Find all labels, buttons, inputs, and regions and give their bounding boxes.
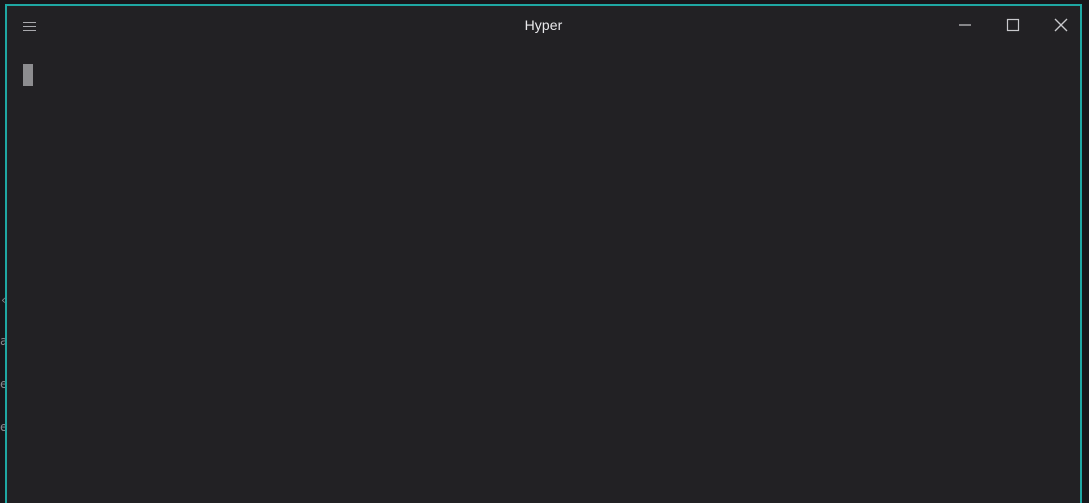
- title-bar[interactable]: Hyper: [7, 6, 1080, 48]
- minimize-button[interactable]: [951, 14, 979, 36]
- maximize-icon: [1006, 18, 1020, 32]
- hyper-terminal-window[interactable]: Hyper: [5, 4, 1082, 503]
- close-icon: [1054, 18, 1068, 32]
- maximize-button[interactable]: [999, 14, 1027, 36]
- minimize-icon: [959, 24, 971, 26]
- close-button[interactable]: [1047, 14, 1075, 36]
- window-title: Hyper: [524, 17, 563, 33]
- terminal-area[interactable]: [7, 48, 1080, 503]
- terminal-cursor: [23, 64, 33, 86]
